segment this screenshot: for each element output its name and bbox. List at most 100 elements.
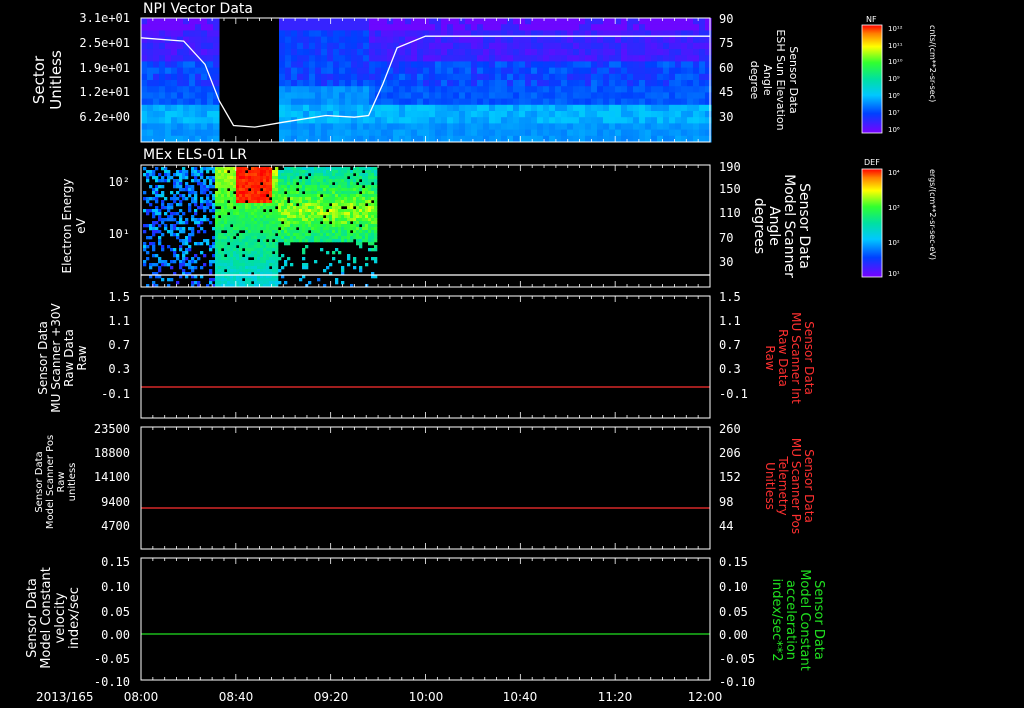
els-heatmap-cell [245, 266, 249, 270]
els-heatmap-cell [326, 212, 330, 216]
npi-heatmap-cell [165, 67, 172, 75]
els-heatmap-cell [263, 281, 267, 285]
els-heatmap-cell [305, 221, 309, 225]
els-heatmap-cell [194, 200, 198, 204]
els-heatmap-cell [155, 167, 159, 171]
els-heatmap-cell [365, 257, 369, 261]
els-heatmap-cell [230, 278, 234, 282]
els-heatmap-cell [284, 215, 288, 219]
els-heatmap-cell [356, 218, 360, 222]
els-heatmap-cell [203, 179, 207, 183]
npi-heatmap-cell [693, 123, 700, 131]
npi-heatmap-cell [627, 36, 634, 44]
els-heatmap-cell [287, 227, 291, 231]
els-heatmap-cell [251, 248, 255, 252]
npi-heatmap-cell [321, 98, 328, 106]
npi-heatmap-cell [447, 86, 454, 93]
npi-heatmap-cell [309, 129, 316, 137]
npi-heatmap-cell [705, 67, 712, 75]
npi-heatmap-cell [519, 24, 526, 31]
els-heatmap-cell [293, 194, 297, 198]
els-heatmap-cell [347, 236, 351, 240]
npi-heatmap-cell [279, 86, 286, 93]
els-heatmap-cell [146, 251, 150, 255]
npi-heatmap-cell [345, 67, 352, 75]
els-heatmap-cell [236, 188, 240, 192]
els-heatmap-cell [158, 194, 162, 198]
npi-heatmap-cell [669, 111, 676, 118]
npi-heatmap-cell [423, 67, 430, 75]
els-heatmap-cell [302, 251, 306, 255]
npi-heatmap-cell [429, 42, 436, 50]
npi-heatmap-cell [663, 135, 670, 143]
els-heatmap-cell [290, 206, 294, 210]
npi-heatmap-cell [549, 42, 556, 50]
tick-label: 1.5 [719, 290, 741, 304]
els-heatmap-cell [374, 182, 378, 186]
npi-heatmap-cell [297, 42, 304, 50]
npi-heatmap-cell [141, 135, 148, 143]
npi-heatmap-cell [435, 73, 442, 81]
npi-heatmap-cell [639, 67, 646, 75]
npi-heatmap-cell [435, 67, 442, 75]
els-heatmap-cell [344, 203, 348, 207]
els-heatmap-cell [350, 236, 354, 240]
npi-heatmap-cell [387, 49, 394, 56]
npi-heatmap-cell [657, 111, 664, 118]
tick-label: 0.7 [719, 338, 741, 352]
npi-heatmap-cell [489, 135, 496, 143]
npi-heatmap-cell [459, 36, 466, 44]
els-heatmap-cell [188, 266, 192, 270]
els-heatmap-cell [356, 167, 360, 171]
tick-label: 10¹¹ [888, 42, 903, 50]
els-heatmap-cell [170, 203, 174, 207]
els-heatmap-cell [257, 188, 261, 192]
npi-heatmap-cell [477, 111, 484, 118]
npi-heatmap-cell [525, 49, 532, 56]
npi-heatmap-cell [699, 61, 706, 69]
els-heatmap-cell [239, 248, 243, 252]
els-heatmap-cell [218, 248, 222, 252]
els-heatmap-cell [158, 236, 162, 240]
els-heatmap-cell [224, 257, 228, 261]
npi-heatmap-cell [627, 49, 634, 56]
npi-heatmap-cell [627, 123, 634, 131]
npi-heatmap-cell [393, 67, 400, 75]
npi-heatmap-cell [309, 80, 316, 87]
els-heatmap-cell [374, 257, 378, 261]
els-heatmap-cell [281, 239, 285, 243]
npi-heatmap-cell [285, 123, 292, 131]
npi-heatmap-cell [159, 104, 166, 112]
els-heatmap-cell [308, 218, 312, 222]
npi-heatmap-cell [141, 104, 148, 112]
els-heatmap-cell [152, 254, 156, 258]
npi-heatmap-cell [189, 18, 196, 25]
els-heatmap-cell [176, 191, 180, 195]
npi-heatmap-cell [531, 49, 538, 56]
els-heatmap-cell [233, 224, 237, 228]
npi-heatmap-cell [597, 61, 604, 69]
npi-heatmap-cell [627, 92, 634, 100]
els-heatmap-cell [308, 203, 312, 207]
els-heatmap-cell [209, 185, 213, 189]
els-heatmap-cell [362, 212, 366, 216]
els-heatmap-cell [242, 242, 246, 246]
els-heatmap-cell [326, 194, 330, 198]
els-heatmap-cell [329, 185, 333, 189]
els-heatmap-cell [242, 200, 246, 204]
els-heatmap-cell [200, 188, 204, 192]
els-heatmap-cell [188, 209, 192, 213]
npi-heatmap-cell [321, 67, 328, 75]
els-heatmap-cell [194, 173, 198, 177]
els-heatmap-cell [152, 173, 156, 177]
npi-heatmap-cell [393, 30, 400, 38]
npi-heatmap-cell [513, 42, 520, 50]
els-heatmap-cell [203, 191, 207, 195]
els-heatmap-cell [326, 224, 330, 228]
tick-label: 1.9e+01 [79, 61, 130, 75]
els-heatmap-cell [293, 173, 297, 177]
npi-heatmap-cell [297, 117, 304, 124]
els-heatmap-cell [224, 191, 228, 195]
npi-heatmap-cell [333, 80, 340, 87]
npi-heatmap-cell [381, 117, 388, 124]
